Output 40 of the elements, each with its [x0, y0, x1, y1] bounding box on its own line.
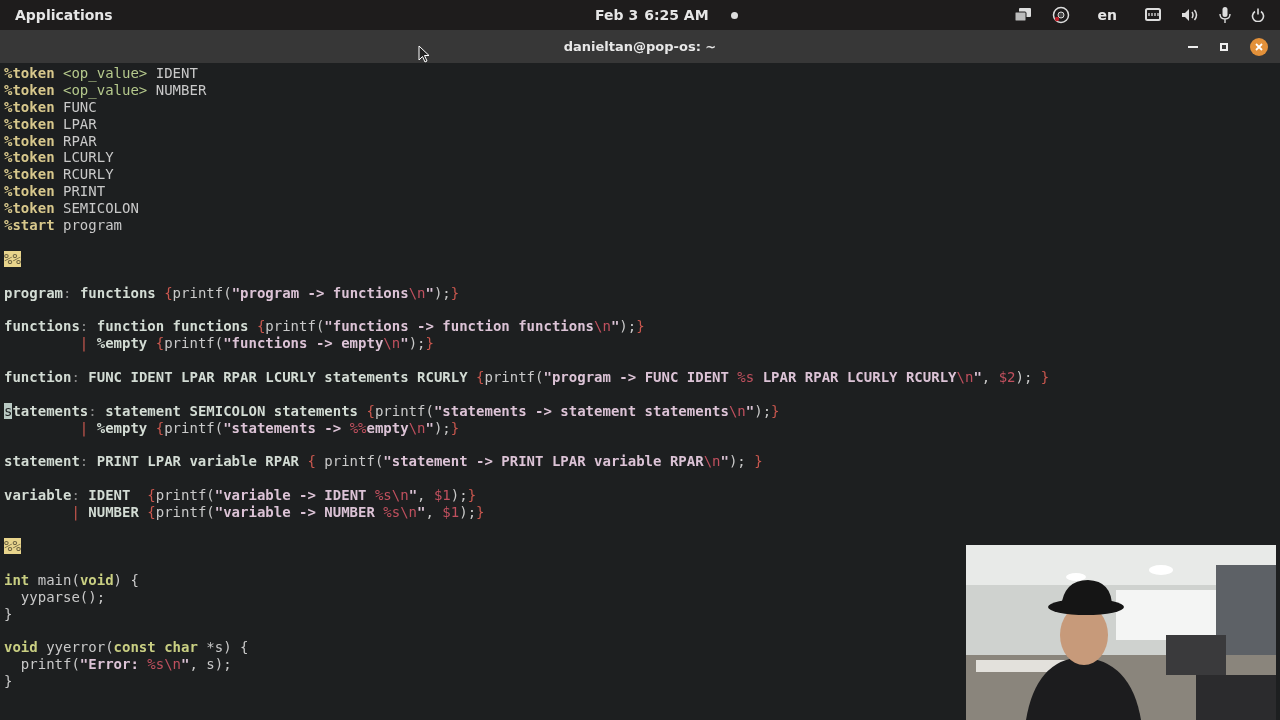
code-line: int main(void) {	[4, 571, 139, 589]
maximize-icon[interactable]	[1220, 42, 1228, 51]
code-line: variable: IDENT {printf("variable -> IDENT %s\n", $1);}	[4, 487, 477, 505]
time-text[interactable]: 6:25 AM	[644, 7, 709, 23]
code-line: printf("Error: %s\n", s);	[19, 656, 232, 674]
code-line: | %empty {printf("functions -> empty\n");}	[78, 335, 434, 353]
code-line: function: FUNC IDENT LPAR RPAR LCURLY statements RCURLY {printf("program -> FUNC IDENT %s LPAR RPAR LCURLY RCURLY\n", $2); }	[4, 369, 1050, 386]
power-icon[interactable]	[1251, 8, 1265, 22]
volume-icon[interactable]	[1181, 8, 1199, 22]
code-line: | NUMBER {printf("variable -> NUMBER %s\n", $1);}	[70, 504, 485, 522]
code-line: %token LPAR	[4, 115, 97, 133]
code-line: statements: statement SEMICOLON statements {printf("statements -> statement statements\n");}	[4, 402, 780, 420]
window-title: danieltan@pop-os: ~	[563, 39, 717, 54]
code-line: %token FUNC	[4, 98, 97, 116]
notification-dot-icon	[730, 11, 738, 19]
applications-menu[interactable]: Applications	[15, 7, 113, 23]
code-line: }	[4, 673, 13, 690]
code-line: }	[4, 605, 13, 623]
code-line: %token SEMICOLON	[4, 200, 139, 217]
code-line: %token <op_value> IDENT	[4, 65, 198, 82]
code-line: %token PRINT	[4, 183, 106, 201]
code-line: | %empty {printf("statements -> %%empty\n");}	[78, 419, 460, 437]
date-text[interactable]: Feb 3	[595, 7, 639, 23]
mouse-pointer-icon	[418, 45, 430, 63]
code-line: %token LCURLY	[4, 149, 114, 167]
code-line: %token RCURLY	[4, 166, 114, 184]
network-icon[interactable]	[1145, 8, 1161, 22]
code-line: void yyerror(const char *s) {	[4, 639, 249, 657]
code-line: yyparse();	[19, 588, 106, 606]
code-line: statement: PRINT LPAR variable RPAR { printf("statement -> PRINT LPAR variable RPAR\n"); }	[4, 453, 763, 471]
record-icon[interactable]	[1051, 6, 1070, 24]
language-indicator[interactable]: en	[1097, 7, 1117, 23]
code-line: %token RPAR	[4, 132, 97, 150]
windows-icon[interactable]	[1013, 8, 1032, 22]
code-line: %token <op_value> NUMBER	[4, 81, 207, 99]
code-line: program: functions {printf("program -> functions\n");}	[4, 284, 460, 302]
microphone-icon[interactable]	[1219, 7, 1231, 23]
code-line: %start program	[4, 217, 122, 234]
close-icon[interactable]	[1250, 37, 1268, 56]
code-line: functions: function functions {printf("functions -> function functions\n");}	[4, 318, 645, 336]
